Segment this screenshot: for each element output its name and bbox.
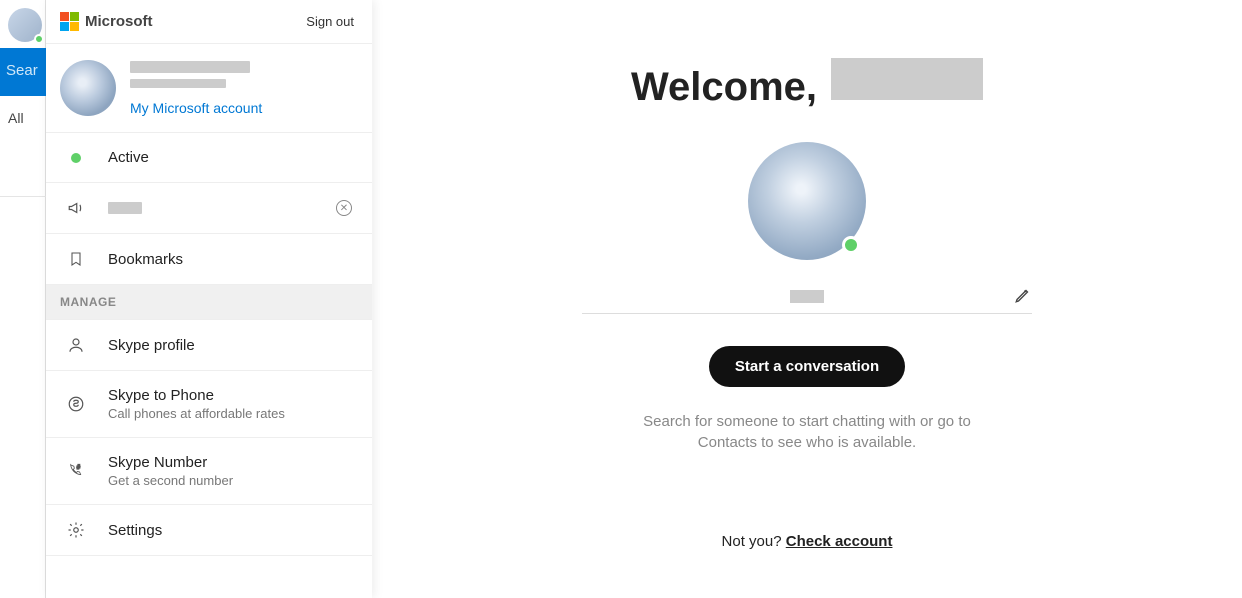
bookmarks-label: Bookmarks: [108, 251, 183, 268]
bookmark-icon: [66, 250, 86, 268]
status-label: Active: [108, 149, 149, 166]
clear-mood-icon[interactable]: ✕: [336, 200, 352, 216]
panel-header: Microsoft Sign out: [46, 0, 372, 44]
left-rail: Sear All: [0, 0, 46, 598]
not-you-text: Not you?: [722, 533, 786, 550]
skype-profile-row[interactable]: Skype profile: [46, 320, 372, 371]
display-name-row[interactable]: [582, 290, 1032, 314]
presence-dot-icon: [34, 34, 44, 44]
settings-label: Settings: [108, 522, 162, 539]
profile-block: My Microsoft account: [46, 44, 372, 133]
skype-number-title: Skype Number: [108, 454, 233, 471]
avatar-medium[interactable]: [60, 60, 116, 116]
skype-credit-icon: [66, 395, 86, 413]
brand-text: Microsoft: [85, 13, 153, 30]
profile-name-redacted: [130, 61, 250, 73]
main-content: Welcome, Start a conversation Search for…: [372, 0, 1242, 598]
skype-to-phone-row[interactable]: Skype to Phone Call phones at affordable…: [46, 371, 372, 438]
presence-dot-icon: [71, 153, 81, 163]
search-tab[interactable]: Sear: [0, 48, 46, 96]
not-you-row: Not you? Check account: [722, 533, 893, 550]
display-name-redacted: [790, 290, 824, 303]
avatar-small[interactable]: [8, 8, 42, 42]
dialpad-icon: #: [66, 462, 86, 480]
skype-profile-label: Skype profile: [108, 337, 195, 354]
skype-to-phone-title: Skype to Phone: [108, 387, 285, 404]
welcome-name-redacted: [831, 58, 983, 100]
gear-icon: [66, 521, 86, 539]
welcome-text: Welcome,: [631, 65, 817, 110]
mood-row[interactable]: ✕: [46, 183, 372, 234]
skype-number-desc: Get a second number: [108, 473, 233, 488]
microsoft-logo: Microsoft: [60, 12, 153, 31]
profile-email-redacted: [130, 79, 226, 88]
microsoft-logo-icon: [60, 12, 79, 31]
person-icon: [66, 336, 86, 354]
welcome-heading: Welcome,: [631, 58, 983, 110]
settings-panel: Microsoft Sign out My Microsoft account …: [46, 0, 372, 598]
megaphone-icon: [66, 199, 86, 217]
sign-out-link[interactable]: Sign out: [306, 14, 354, 29]
filter-all-tab[interactable]: All: [0, 96, 46, 144]
pencil-icon[interactable]: [1014, 286, 1032, 309]
skype-number-row[interactable]: # Skype Number Get a second number: [46, 438, 372, 505]
status-row[interactable]: Active: [46, 133, 372, 183]
skype-to-phone-desc: Call phones at affordable rates: [108, 406, 285, 421]
manage-section-label: MANAGE: [46, 285, 372, 320]
settings-row[interactable]: Settings: [46, 505, 372, 556]
start-conversation-button[interactable]: Start a conversation: [709, 346, 905, 387]
divider: [0, 196, 46, 197]
svg-text:#: #: [77, 465, 81, 471]
avatar-large-wrap[interactable]: [748, 142, 866, 260]
check-account-link[interactable]: Check account: [786, 533, 893, 550]
bookmarks-row[interactable]: Bookmarks: [46, 234, 372, 285]
my-microsoft-account-link[interactable]: My Microsoft account: [130, 100, 262, 116]
mood-text-redacted: [108, 202, 142, 214]
help-text: Search for someone to start chatting wit…: [617, 411, 997, 453]
presence-dot-icon: [842, 236, 860, 254]
